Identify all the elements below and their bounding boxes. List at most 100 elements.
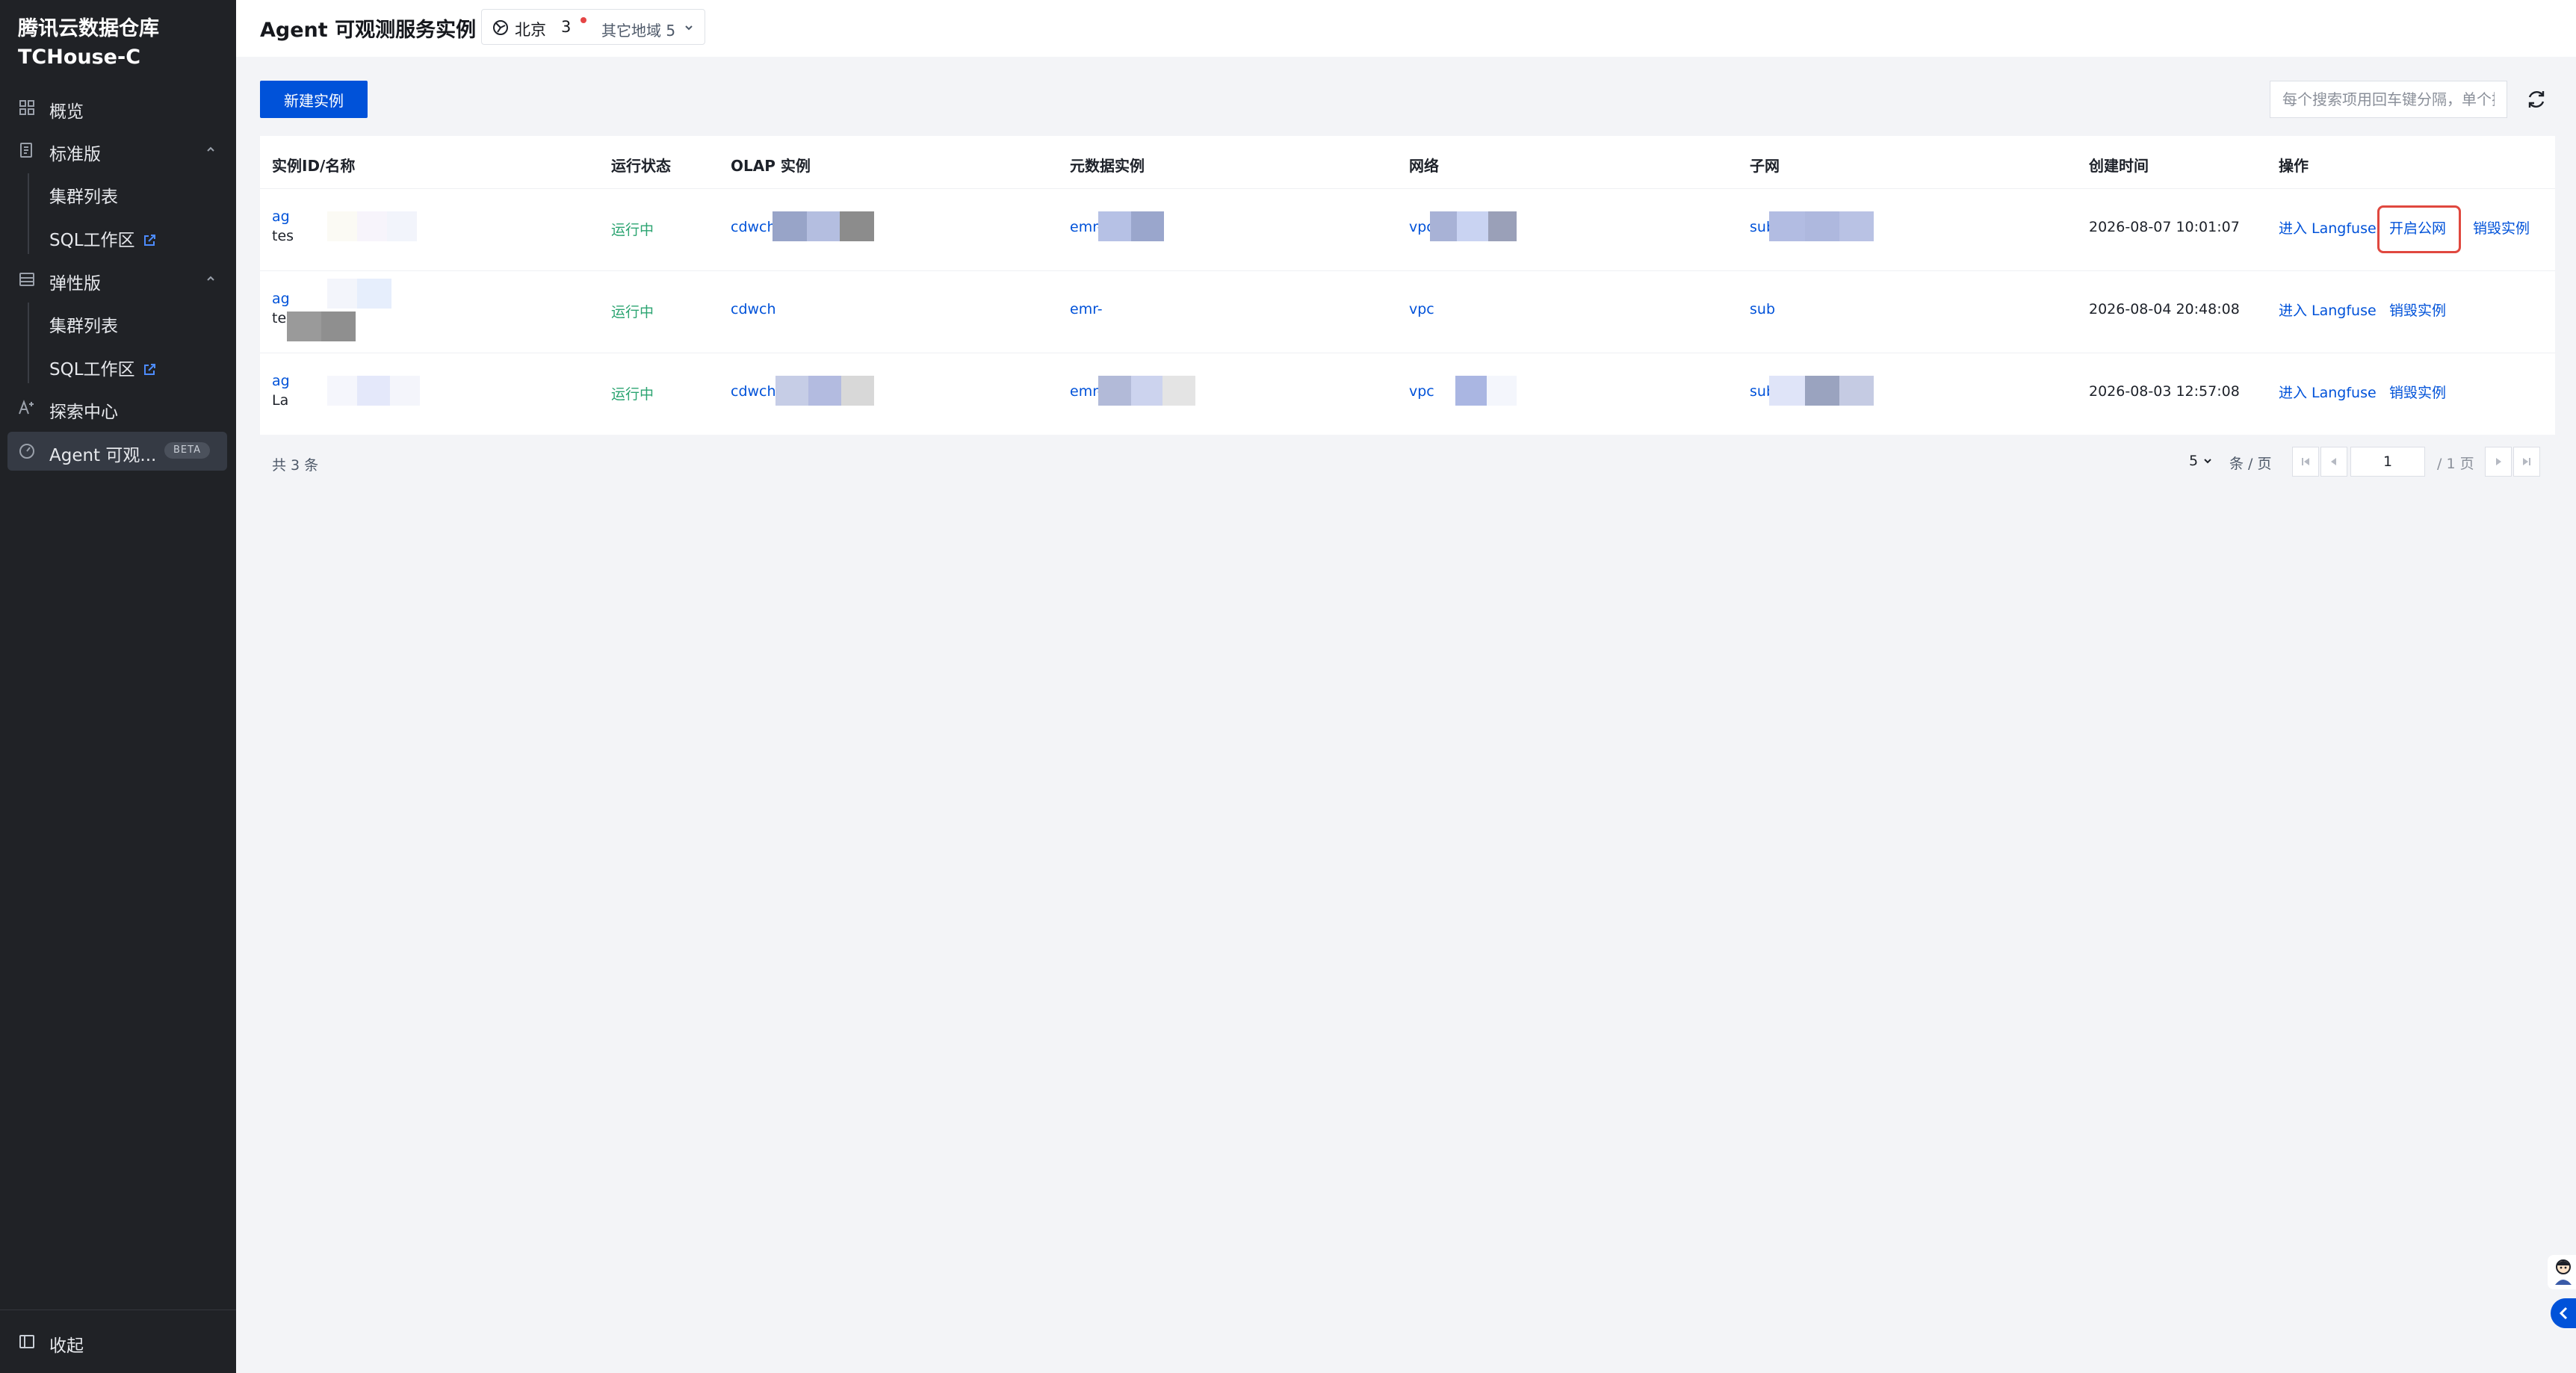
redacted-block	[327, 211, 424, 241]
column-header: 子网	[1750, 157, 1780, 175]
destroy-instance-link[interactable]: 销毁实例	[2389, 382, 2446, 402]
sidebar-footer: 收起	[0, 1310, 236, 1373]
grid-icon	[19, 100, 34, 115]
destroy-instance-link[interactable]: 销毁实例	[2389, 300, 2446, 320]
vpc-link[interactable]: vpc	[1409, 383, 1434, 400]
created-time: 2026-08-04 20:48:08	[2089, 301, 2240, 317]
ai-icon	[19, 400, 34, 415]
refresh-icon[interactable]	[2525, 88, 2548, 111]
chevron-left-icon	[2559, 1307, 2568, 1320]
chevron-down-icon	[2204, 459, 2211, 464]
redacted-block	[773, 211, 874, 241]
sidebar-item-overview[interactable]: 概览	[7, 88, 227, 127]
status-badge: 运行中	[611, 222, 654, 238]
sidebar-item-label: 弹性版	[49, 274, 101, 294]
sidebar: 腾讯云数据仓库 TCHouse-C 概览 标准版 集群列表 SQL工作区 弹性版…	[0, 0, 236, 1373]
redacted-block	[287, 279, 391, 341]
external-link-icon	[143, 235, 155, 246]
subnet-link[interactable]: sub	[1750, 301, 1775, 317]
first-page-button[interactable]	[2292, 447, 2319, 477]
redacted-block	[775, 376, 874, 406]
first-page-icon	[2302, 458, 2309, 465]
page-header: Agent 可观测服务实例 北京 3 其它地域 5	[236, 0, 2576, 57]
instance-id[interactable]: ag	[272, 373, 290, 389]
redacted-block	[1455, 376, 1517, 406]
collapse-label: 收起	[49, 1336, 84, 1356]
page-size-select[interactable]: 5	[2189, 453, 2213, 469]
redacted-block	[1098, 376, 1195, 406]
other-regions[interactable]: 其它地域 5	[601, 19, 675, 40]
collapse-sidebar-button[interactable]: 收起	[7, 1322, 227, 1361]
sidebar-item-explore[interactable]: 探索中心	[7, 388, 227, 427]
instances-table: 实例ID/名称 运行状态 OLAP 实例 元数据实例 网络 子网 创建时间 操作…	[260, 136, 2555, 435]
sidebar-item-label: 概览	[49, 102, 84, 122]
chevron-up-icon	[207, 146, 214, 152]
column-header: 网络	[1409, 157, 1439, 175]
region-name: 北京	[515, 21, 546, 39]
collapse-icon	[19, 1335, 34, 1348]
total-count: 共 3 条	[272, 457, 319, 474]
column-header: 创建时间	[2089, 157, 2149, 175]
olap-instance-link[interactable]: cdwch	[731, 301, 776, 317]
expand-panel-button[interactable]	[2551, 1298, 2576, 1328]
page-size-unit: 条 / 页	[2229, 456, 2272, 472]
redacted-block	[327, 376, 424, 406]
sidebar-item-standard-clusters[interactable]: 集群列表	[7, 173, 227, 212]
sidebar-item-agent-observability[interactable]: Agent 可观... BETA	[7, 432, 227, 471]
enable-public-network-link[interactable]: 开启公网	[2389, 217, 2446, 238]
beta-badge: BETA	[164, 442, 210, 459]
status-badge: 运行中	[611, 304, 654, 320]
created-time: 2026-08-03 12:57:08	[2089, 383, 2240, 400]
brand-subtitle: TCHouse-C	[18, 46, 141, 69]
table-row: ag La 运行中 cdwch emr- vpc sub 2026-08-03 …	[260, 353, 2555, 435]
olap-instance-link[interactable]: cdwch	[731, 383, 776, 400]
redacted-block	[1430, 211, 1517, 241]
sidebar-group-elastic[interactable]: 弹性版	[7, 260, 227, 299]
sidebar-item-label: 探索中心	[49, 403, 118, 422]
table-row: ag tes 运行中 cdwch emr- vpc sub 2026-08-07…	[260, 188, 2555, 270]
assistant-avatar-icon	[2555, 1259, 2572, 1285]
layers-icon	[19, 273, 34, 286]
new-instance-button[interactable]: 新建实例	[260, 81, 368, 118]
brand-title: 腾讯云数据仓库	[18, 17, 159, 40]
chevron-up-icon	[207, 276, 214, 281]
sidebar-item-standard-sql[interactable]: SQL工作区	[7, 217, 227, 255]
brand: 腾讯云数据仓库 TCHouse-C	[18, 15, 220, 72]
instance-name: tes	[272, 228, 294, 244]
region-selector[interactable]: 北京 3 其它地域 5	[481, 9, 705, 45]
instance-name: La	[272, 392, 289, 409]
last-page-button[interactable]	[2513, 447, 2540, 477]
globe-icon	[493, 20, 508, 35]
enter-langfuse-link[interactable]: 进入 Langfuse	[2279, 382, 2377, 402]
destroy-instance-link[interactable]: 销毁实例	[2473, 217, 2530, 238]
sidebar-group-standard[interactable]: 标准版	[7, 131, 227, 170]
chevron-down-icon	[685, 25, 693, 31]
sidebar-item-label: 标准版	[49, 145, 101, 164]
assistant-avatar[interactable]	[2548, 1255, 2576, 1289]
page-number-input[interactable]	[2350, 447, 2425, 477]
notification-dot	[580, 17, 586, 23]
column-header: 实例ID/名称	[272, 157, 356, 175]
sidebar-item-elastic-sql[interactable]: SQL工作区	[7, 346, 227, 385]
next-page-button[interactable]	[2485, 447, 2512, 477]
prev-page-icon	[2331, 458, 2336, 465]
sidebar-item-elastic-clusters[interactable]: 集群列表	[7, 303, 227, 341]
olap-instance-link[interactable]: cdwch	[731, 219, 776, 235]
instance-id[interactable]: ag	[272, 208, 290, 225]
last-page-icon	[2523, 458, 2530, 465]
sidebar-item-label: Agent 可观...	[49, 446, 157, 465]
column-header: OLAP 实例	[731, 157, 811, 175]
enter-langfuse-link[interactable]: 进入 Langfuse	[2279, 217, 2377, 238]
region-count: 3	[561, 18, 572, 36]
next-page-icon	[2496, 458, 2501, 465]
meta-instance-link[interactable]: emr-	[1070, 301, 1103, 317]
enter-langfuse-link[interactable]: 进入 Langfuse	[2279, 300, 2377, 320]
prev-page-button[interactable]	[2320, 447, 2347, 477]
vpc-link[interactable]: vpc	[1409, 301, 1434, 317]
document-icon	[20, 143, 32, 158]
sidebar-item-label: SQL工作区	[49, 360, 135, 379]
total-pages: / 1 页	[2437, 456, 2474, 472]
search-input[interactable]	[2270, 81, 2507, 118]
sidebar-item-label: 集群列表	[49, 317, 118, 336]
status-badge: 运行中	[611, 386, 654, 403]
